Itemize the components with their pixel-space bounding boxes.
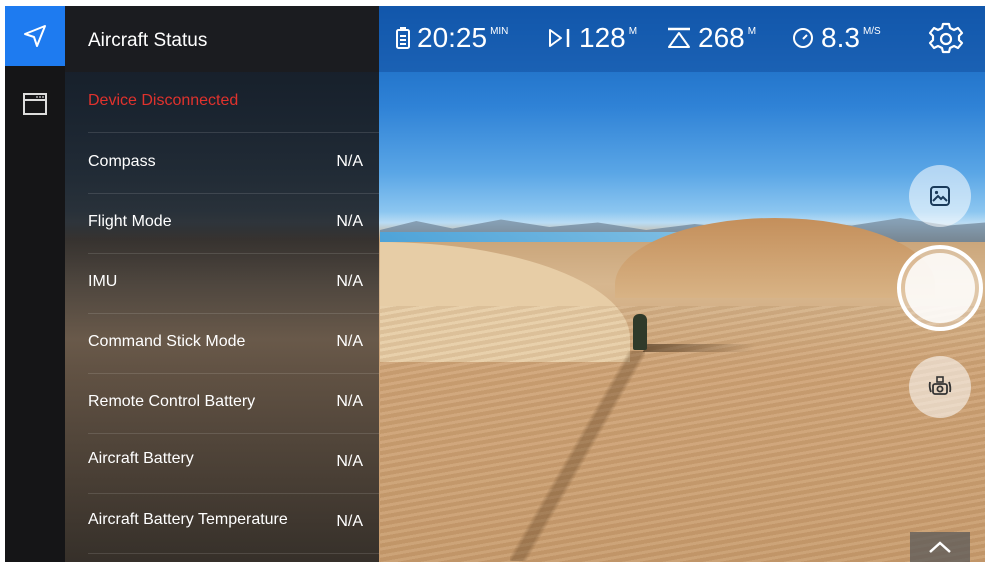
shutter-inner (905, 253, 975, 323)
gear-icon (928, 22, 964, 54)
status-label: Flight Mode (88, 213, 172, 230)
flight-time-value: 20:25 (417, 22, 488, 53)
status-value: N/A (336, 333, 363, 350)
speedometer-icon (793, 28, 813, 48)
distance-icon (549, 29, 570, 47)
switch-camera-button[interactable] (909, 356, 971, 418)
battery-clipboard-icon (396, 27, 410, 49)
panel-title: Aircraft Status (88, 30, 208, 51)
flight-time-unit: MIN (490, 26, 509, 37)
status-value: N/A (336, 393, 363, 410)
side-rail (5, 6, 65, 562)
status-row-compass[interactable]: Compass N/A (88, 133, 379, 194)
status-label: Aircraft Battery Temperature (88, 511, 288, 528)
aircraft-status-panel: Aircraft Status Device Disconnected Comp… (65, 6, 379, 562)
status-row-command-stick-mode[interactable]: Command Stick Mode N/A (88, 313, 379, 374)
aircraft-status-tab[interactable] (5, 6, 65, 66)
distance-unit: M (628, 26, 638, 37)
status-value: N/A (336, 513, 363, 530)
chevron-up-icon (929, 541, 951, 553)
status-value: N/A (336, 153, 363, 170)
altitude-value: 268 (698, 22, 745, 53)
settings-button[interactable] (928, 21, 964, 57)
switch-camera-icon (928, 376, 952, 395)
expand-button[interactable] (910, 532, 970, 562)
speed-value: 8.3 (821, 22, 860, 53)
status-label: Remote Control Battery (88, 393, 256, 410)
panel-header: Aircraft Status (65, 6, 379, 72)
altitude-icon (668, 27, 690, 48)
hikers (633, 314, 647, 350)
status-value: N/A (336, 273, 363, 290)
status-label: IMU (88, 273, 118, 290)
status-label: Command Stick Mode (88, 333, 246, 350)
altitude-readout: 268 M (666, 22, 756, 54)
status-row-aircraft-battery[interactable]: Aircraft Battery N/A (88, 433, 379, 494)
drone-app: Aircraft Status Device Disconnected Comp… (5, 6, 985, 562)
paper-plane-icon (24, 25, 46, 47)
altitude-unit: M (747, 26, 757, 37)
status-row-remote-control-battery[interactable]: Remote Control Battery N/A (88, 373, 379, 434)
distance-value: 128 (579, 22, 626, 53)
status-row-aircraft-battery-temperature[interactable]: Aircraft Battery Temperature N/A (88, 493, 379, 554)
status-label: Compass (88, 153, 156, 170)
status-value: N/A (336, 213, 363, 230)
lake (380, 232, 680, 242)
distance-readout: 128 M (547, 22, 637, 54)
window-tab[interactable] (5, 72, 65, 136)
flight-time-readout: 20:25 MIN (395, 22, 508, 54)
status-value: N/A (336, 453, 363, 470)
shutter-button[interactable] (897, 245, 983, 331)
status-label: Aircraft Battery (88, 450, 194, 467)
telemetry-bar: 20:25 MIN 128 M 268 M 8.3 M/S (379, 6, 985, 72)
window-icon (23, 93, 47, 115)
gallery-button[interactable] (909, 165, 971, 227)
image-icon (930, 186, 950, 206)
speed-readout: 8.3 M/S (791, 22, 881, 54)
footprints (510, 351, 645, 561)
status-row-imu[interactable]: IMU N/A (88, 253, 379, 314)
alert-row: Device Disconnected (88, 72, 379, 133)
hiker-shadow (642, 344, 758, 352)
status-row-flight-mode[interactable]: Flight Mode N/A (88, 193, 379, 254)
device-disconnected-alert: Device Disconnected (88, 92, 239, 109)
speed-unit: M/S (862, 26, 881, 37)
